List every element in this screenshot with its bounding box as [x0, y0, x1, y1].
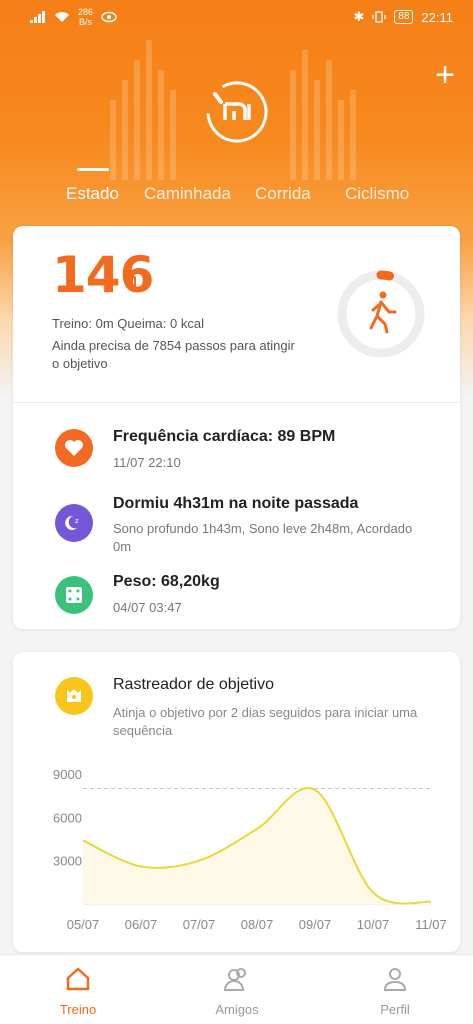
svg-text:z: z	[75, 517, 79, 525]
heart-rate-time: 11/07 22:10	[113, 455, 181, 470]
net-speed-unit: B/s	[79, 17, 93, 27]
goal-tracker-title: Rastreador de objetivo	[113, 676, 274, 693]
status-card[interactable]: 146 Treino: 0m Queima: 0 kcal Ainda prec…	[13, 226, 460, 629]
goal-remaining: Ainda precisa de 7854 passos para atingi…	[52, 338, 295, 371]
activity-tabs: Estado Caminhada Corrida Ciclismo	[0, 180, 473, 210]
goal-badge-icon	[55, 677, 93, 715]
nav-amigos[interactable]: Amigos	[192, 965, 282, 1017]
scale-icon	[55, 576, 93, 614]
wifi-icon	[55, 12, 69, 22]
status-bar: 286 B/s ✱ 88 22:11	[0, 0, 473, 34]
x-tick-label: 08/07	[241, 917, 274, 932]
sleep-row[interactable]: z Dormiu 4h31m na noite passada Sono pro…	[13, 492, 460, 562]
tab-ciclismo[interactable]: Ciclismo	[345, 184, 409, 204]
steps-progress-ring[interactable]	[335, 268, 427, 360]
nav-perfil[interactable]: Perfil	[350, 965, 440, 1017]
steps-count: 146	[52, 246, 154, 304]
heart-rate-title: Frequência cardíaca: 89 BPM	[113, 428, 336, 445]
x-tick-label: 06/07	[125, 917, 158, 932]
walking-icon	[369, 291, 397, 334]
goal-tracker-subtitle: Atinja o objetivo por 2 dias seguidos pa…	[113, 705, 418, 738]
tab-corrida[interactable]: Corrida	[255, 184, 311, 204]
bluetooth-icon: ✱	[353, 9, 365, 24]
bottom-navigation: Treino Amigos Perfil	[0, 954, 473, 1024]
weight-time: 04/07 03:47	[113, 600, 182, 615]
y-tick-label: 3000	[53, 854, 82, 869]
x-tick-label: 07/07	[183, 917, 216, 932]
add-button[interactable]: +	[435, 58, 455, 92]
sleep-title: Dormiu 4h31m na noite passada	[113, 495, 359, 512]
card-divider	[13, 402, 460, 403]
nav-amigos-label: Amigos	[215, 1002, 259, 1017]
tab-estado[interactable]: Estado	[66, 184, 119, 204]
heart-icon	[55, 429, 93, 467]
x-tick-label: 10/07	[357, 917, 390, 932]
steps-unit-icon	[131, 276, 136, 288]
moon-icon: z	[55, 504, 93, 542]
mi-logo[interactable]	[205, 80, 269, 144]
heart-rate-row[interactable]: Frequência cardíaca: 89 BPM 11/07 22:10	[13, 424, 460, 474]
x-tick-label: 09/07	[299, 917, 332, 932]
weight-title: Peso: 68,20kg	[113, 573, 220, 590]
treino-icon	[66, 967, 90, 991]
net-speed: 286 B/s	[78, 7, 93, 27]
profile-icon	[383, 968, 407, 991]
tab-caminhada[interactable]: Caminhada	[144, 184, 231, 204]
y-tick-label: 6000	[53, 810, 82, 825]
eye-icon	[101, 11, 117, 23]
nav-treino[interactable]: Treino	[33, 965, 123, 1017]
net-speed-value: 286	[78, 7, 94, 17]
vibrate-icon	[372, 11, 386, 23]
clock: 22:11	[421, 9, 453, 25]
battery-icon: 88	[394, 10, 414, 24]
nav-perfil-label: Perfil	[380, 1002, 410, 1017]
x-tick-label: 05/07	[67, 917, 100, 932]
weight-row[interactable]: Peso: 68,20kg 04/07 03:47	[13, 571, 460, 621]
signal-icon	[30, 11, 45, 23]
workout-summary: Treino: 0m Queima: 0 kcal	[52, 316, 204, 331]
steps-chart: 9000 6000 3000 05/07 06/07 07/07 08/07 09/07 10/…	[53, 767, 447, 932]
friends-icon	[223, 968, 246, 991]
active-tab-indicator	[77, 168, 109, 171]
goal-tracker-card[interactable]: Rastreador de objetivo Atinja o objetivo…	[13, 652, 460, 952]
nav-treino-label: Treino	[59, 1002, 97, 1017]
y-tick-label: 9000	[53, 767, 82, 782]
x-tick-label: 11/07	[415, 917, 447, 932]
series-area	[83, 788, 431, 904]
sleep-details: Sono profundo 1h43m, Sono leve 2h48m, Ac…	[113, 521, 413, 554]
